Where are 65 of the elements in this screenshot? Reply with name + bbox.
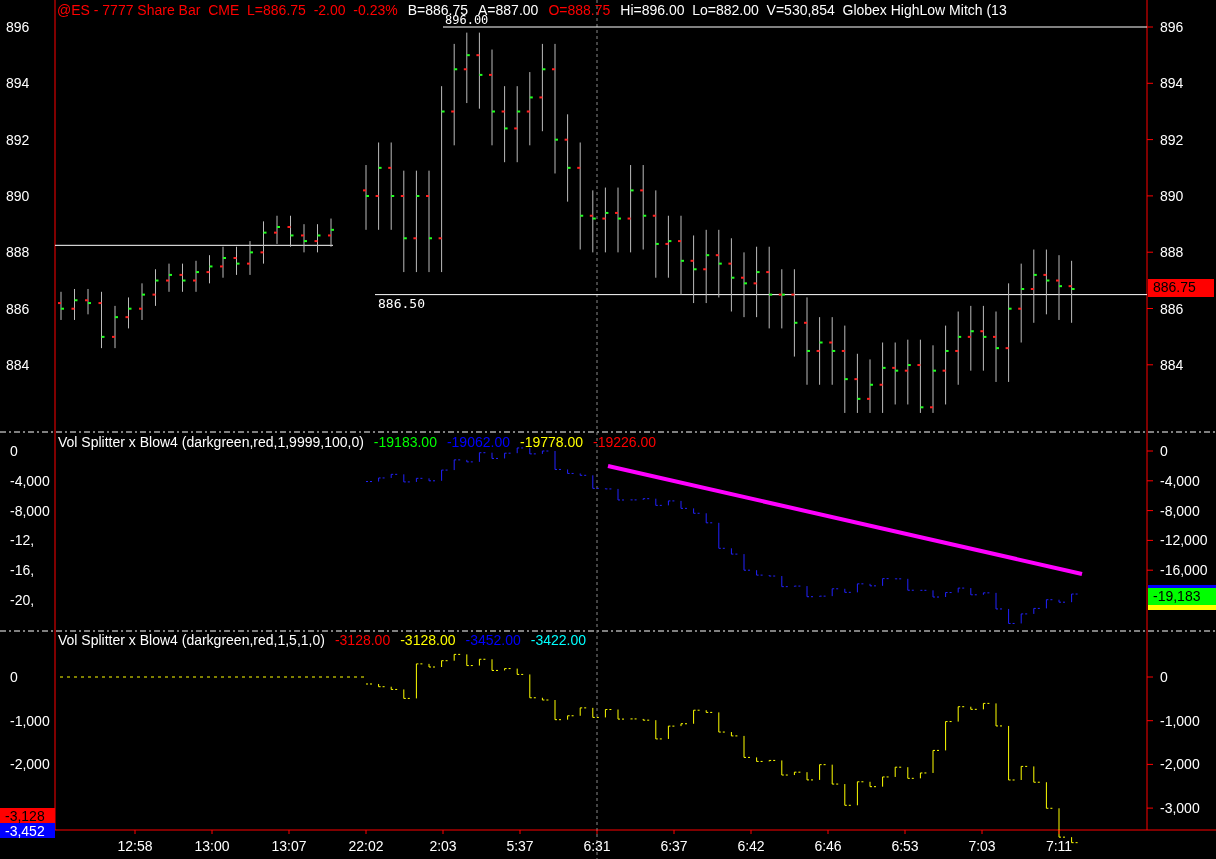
value-marker: [1148, 585, 1216, 588]
time-axis-label: 6:42: [737, 838, 765, 854]
indicator-value: -3128.00: [334, 632, 391, 648]
indicator-value: -3422.00: [530, 632, 587, 648]
indicator-axis-label: -12,: [10, 532, 35, 549]
price-axis-label: 888: [1160, 244, 1184, 261]
time-axis-label: 6:46: [814, 838, 842, 854]
indicator-axis-label: -8,000: [1160, 502, 1200, 519]
indicator-value: -19062.00: [446, 434, 510, 450]
time-axis-label: 6:31: [583, 838, 611, 854]
time-axis-label: 13:00: [194, 838, 230, 854]
price-axis-label: 886: [6, 300, 30, 317]
indicator-title: Vol Splitter x Blow4 (darkgreen,red,1,9999,100,0): [58, 434, 364, 450]
indicator-value: -19778.00: [520, 434, 584, 450]
price-axis-label: 890: [6, 187, 30, 204]
price-axis-label: 892: [1160, 131, 1184, 148]
indicator-axis-label: 0: [10, 443, 18, 459]
price-level-label: 886.50: [378, 296, 425, 311]
indicator-axis-label: -16,: [10, 562, 35, 579]
indicator-axis-label: -8,000: [10, 502, 50, 519]
price-axis-label: 886: [1160, 300, 1184, 317]
indicator-axis-label: -1,000: [1160, 712, 1200, 729]
indicator-axis-label: -16,000: [1160, 562, 1208, 579]
value-tag: -3,452: [0, 823, 55, 838]
indicator-axis-label: -1,000: [10, 712, 50, 729]
chart-header-text: Hi=896.00 Lo=882.00 V=530,854 Globex HighLow Mitch (13: [620, 2, 1007, 18]
price-axis-label: 896: [1160, 19, 1184, 35]
value-tag: -3,128: [0, 808, 55, 823]
indicator-axis-label: 0: [1160, 669, 1168, 685]
time-axis-label: 22:02: [348, 838, 384, 854]
time-axis-label: 6:37: [660, 838, 688, 854]
price-axis-label: 894: [1160, 75, 1184, 92]
price-axis-label: 890: [1160, 187, 1184, 204]
indicator-value: -19183.00: [373, 434, 437, 450]
last-price-tag: 886.75: [1148, 279, 1214, 297]
indicator-axis-label: -2,000: [1160, 756, 1200, 773]
indicator-axis-label: -20,: [10, 592, 35, 608]
price-axis-label: 884: [1160, 356, 1184, 373]
price-axis-label: 892: [6, 131, 30, 148]
time-axis-label: 7:03: [968, 838, 996, 854]
indicator-value: -3452.00: [465, 632, 521, 648]
price-axis-label: 894: [6, 75, 30, 92]
indicator-axis-label: 0: [1160, 443, 1168, 459]
price-axis-label: 888: [6, 244, 30, 261]
indicator-axis-label: -2,000: [10, 756, 50, 773]
time-axis-label: 2:03: [429, 838, 457, 854]
chart-header-text: O=888.75: [548, 2, 611, 18]
time-axis-label: 7:11: [1045, 838, 1073, 854]
time-axis-label: 12:58: [117, 838, 153, 854]
price-axis-label: 884: [6, 356, 30, 373]
time-axis-label: 13:07: [271, 838, 307, 854]
indicator-axis-label: -4,000: [10, 472, 50, 489]
indicator-value: -19226.00: [593, 434, 657, 450]
indicator-axis-label: -3,000: [1160, 800, 1200, 817]
indicator-axis-label: 0: [10, 669, 18, 685]
indicator-axis-label: -12,000: [1160, 532, 1208, 549]
last-value-tag: -19,183: [1148, 588, 1216, 605]
time-axis-label: 6:53: [891, 838, 919, 854]
price-axis-label: 896: [6, 19, 30, 35]
time-axis-label: 5:37: [506, 838, 534, 854]
value-marker: [1148, 605, 1216, 610]
indicator-value: -3128.00: [400, 632, 456, 648]
indicator-title: Vol Splitter x Blow4 (darkgreen,red,1,5,1,0): [58, 632, 325, 648]
indicator-axis-label: -4,000: [1160, 472, 1200, 489]
chart-header-text: @ES - 7777 Share Bar CME L=886.75 -2.00 -0.23%: [57, 2, 398, 18]
